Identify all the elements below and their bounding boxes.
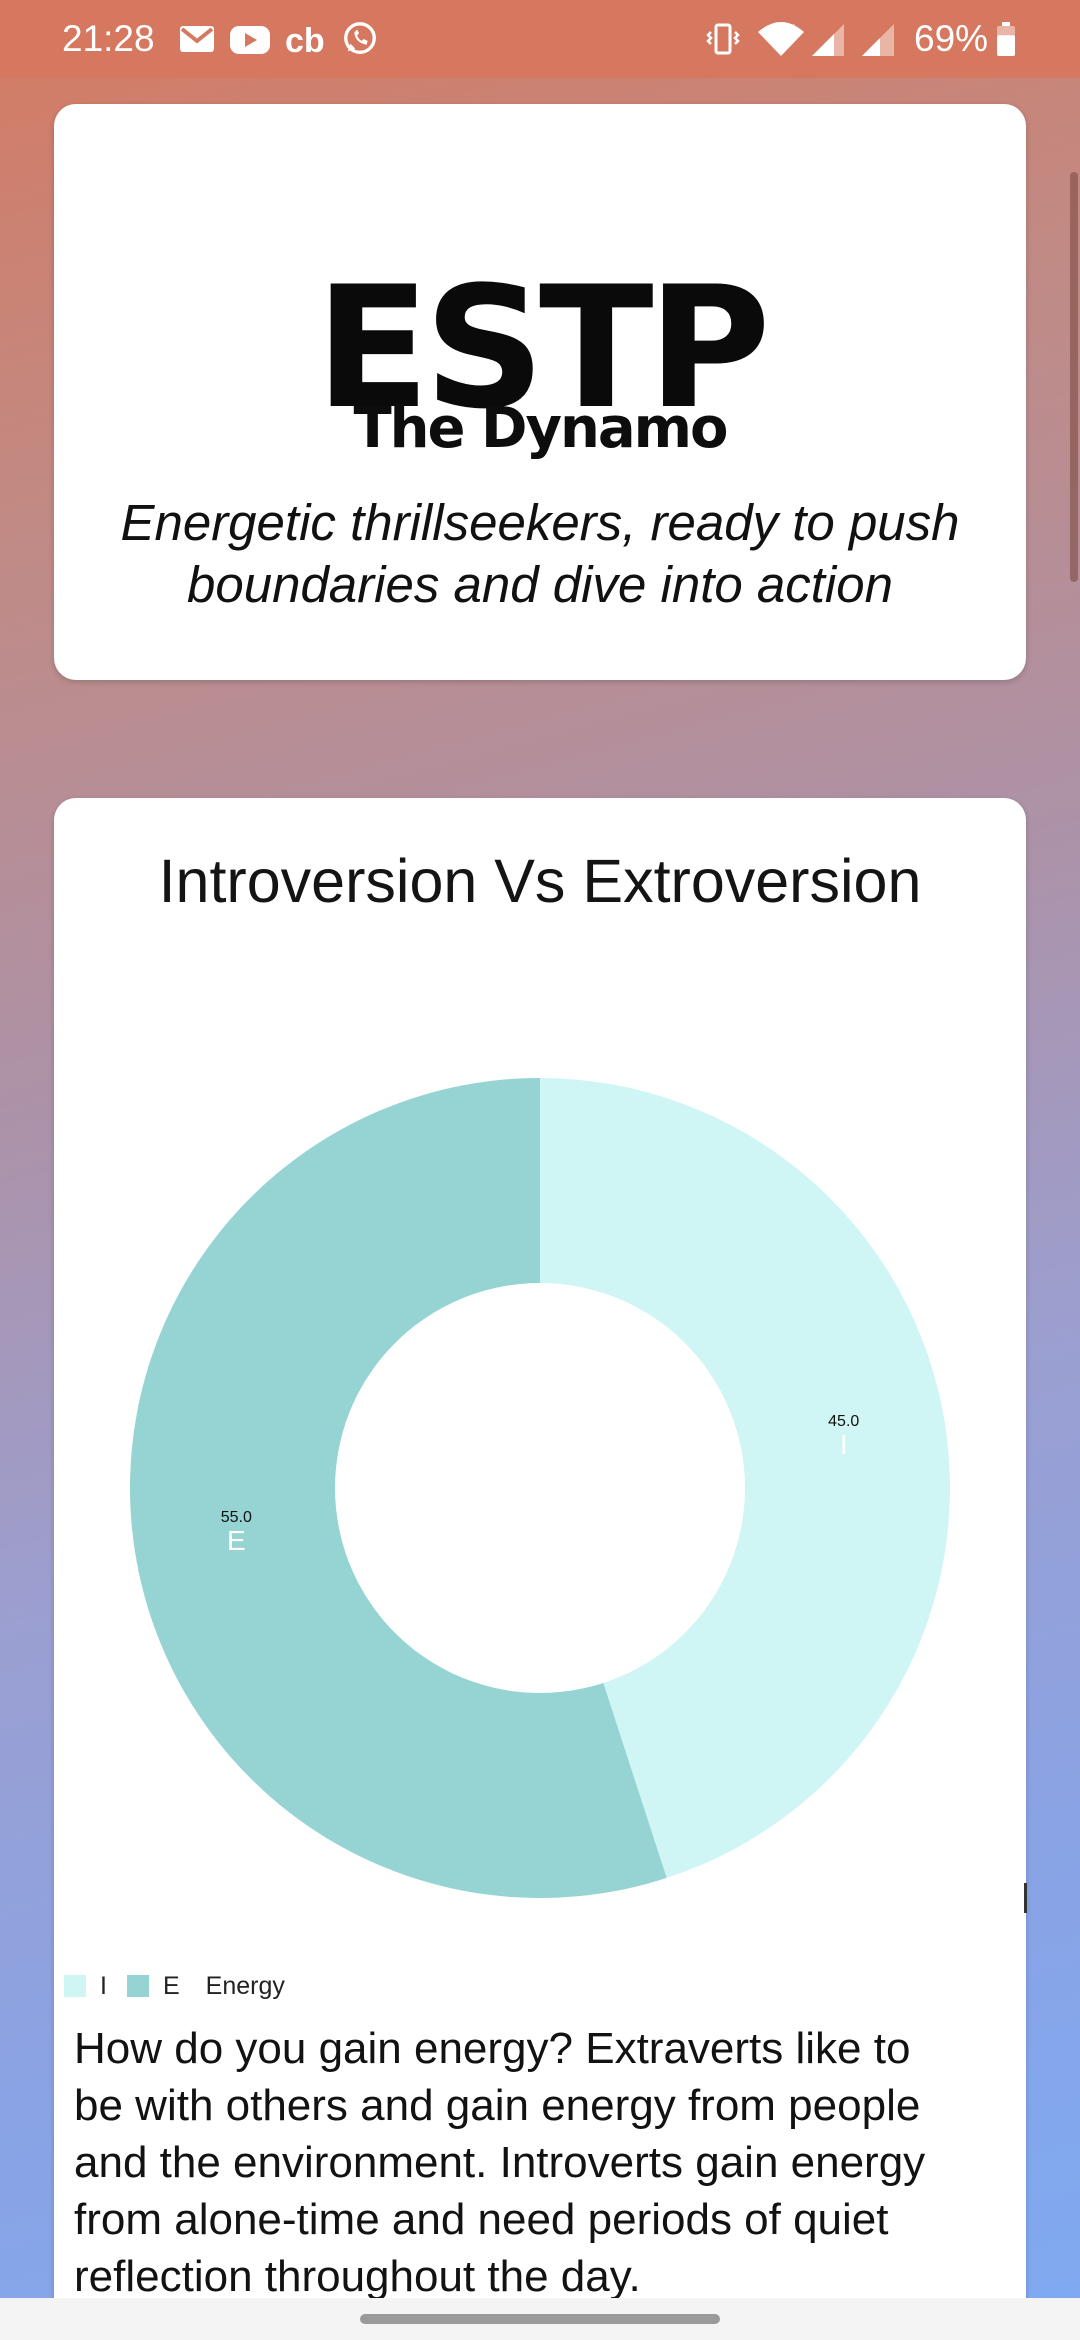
wifi-icon: x [758, 20, 804, 56]
home-indicator[interactable] [360, 2314, 720, 2324]
legend-label-e[interactable]: E [163, 1972, 180, 2001]
description-line: from alone-time and need periods of quie… [74, 2195, 889, 2244]
legend-description: Energy [205, 1971, 285, 2000]
slice-category-label: E [227, 1525, 246, 1556]
donut-chart: 45.0I 55.0E [129, 1078, 950, 1899]
tagline-line: boundaries and dive into action [186, 556, 893, 613]
text-caret [1024, 1883, 1027, 1913]
chart-legend: I E Energy [64, 1971, 285, 2001]
scrollbar-thumb[interactable] [1070, 172, 1078, 582]
svg-text:cb: cb [285, 22, 325, 58]
personality-type-card: ESTP The Dynamo Energetic thrillseekers,… [54, 104, 1026, 680]
description-line: and the environment. Introverts gain ene… [74, 2138, 926, 2187]
status-time: 21:28 [62, 18, 155, 59]
svg-text:x: x [788, 20, 795, 35]
cb-icon: cb [285, 22, 325, 58]
slice-value-label: 45.0 [828, 1413, 859, 1430]
legend-swatch-i[interactable] [64, 1975, 86, 1997]
signal-icon [862, 24, 894, 56]
energy-description: How do you gain energy? Extraverts like … [74, 2020, 1006, 2305]
type-tagline: Energetic thrillseekers, ready to push b… [94, 492, 986, 616]
legend-swatch-e[interactable] [126, 1975, 149, 1997]
type-code: ESTP [315, 250, 770, 446]
battery-icon [997, 22, 1015, 56]
description-line: How do you gain energy? Extraverts like … [74, 2024, 911, 2073]
signal-icon [812, 24, 844, 56]
battery-percent: 69% [914, 18, 989, 59]
whatsapp-icon [344, 22, 376, 54]
type-name: The Dynamo [353, 396, 728, 461]
status-bar: 21:28 cb x 69% [0, 0, 1080, 78]
slice-value-label: 55.0 [221, 1509, 252, 1526]
app-screen: 21:28 cb x 69% ESTP The Dynamo Energetic… [0, 0, 1080, 2340]
gmail-icon [180, 26, 214, 52]
tagline-line: Energetic thrillseekers, ready to push [120, 494, 960, 551]
youtube-icon [230, 26, 270, 54]
vibrate-icon [706, 23, 740, 55]
legend-label-i[interactable]: I [100, 1972, 107, 2001]
slice-category-label: I [840, 1429, 848, 1460]
description-line: reflection throughout the day. [74, 2252, 641, 2301]
description-line: be with others and gain energy from peop… [74, 2081, 921, 2130]
energy-chart-card: Introversion Vs Extroversion 45.0 I 55.0 E … [54, 798, 1026, 2340]
